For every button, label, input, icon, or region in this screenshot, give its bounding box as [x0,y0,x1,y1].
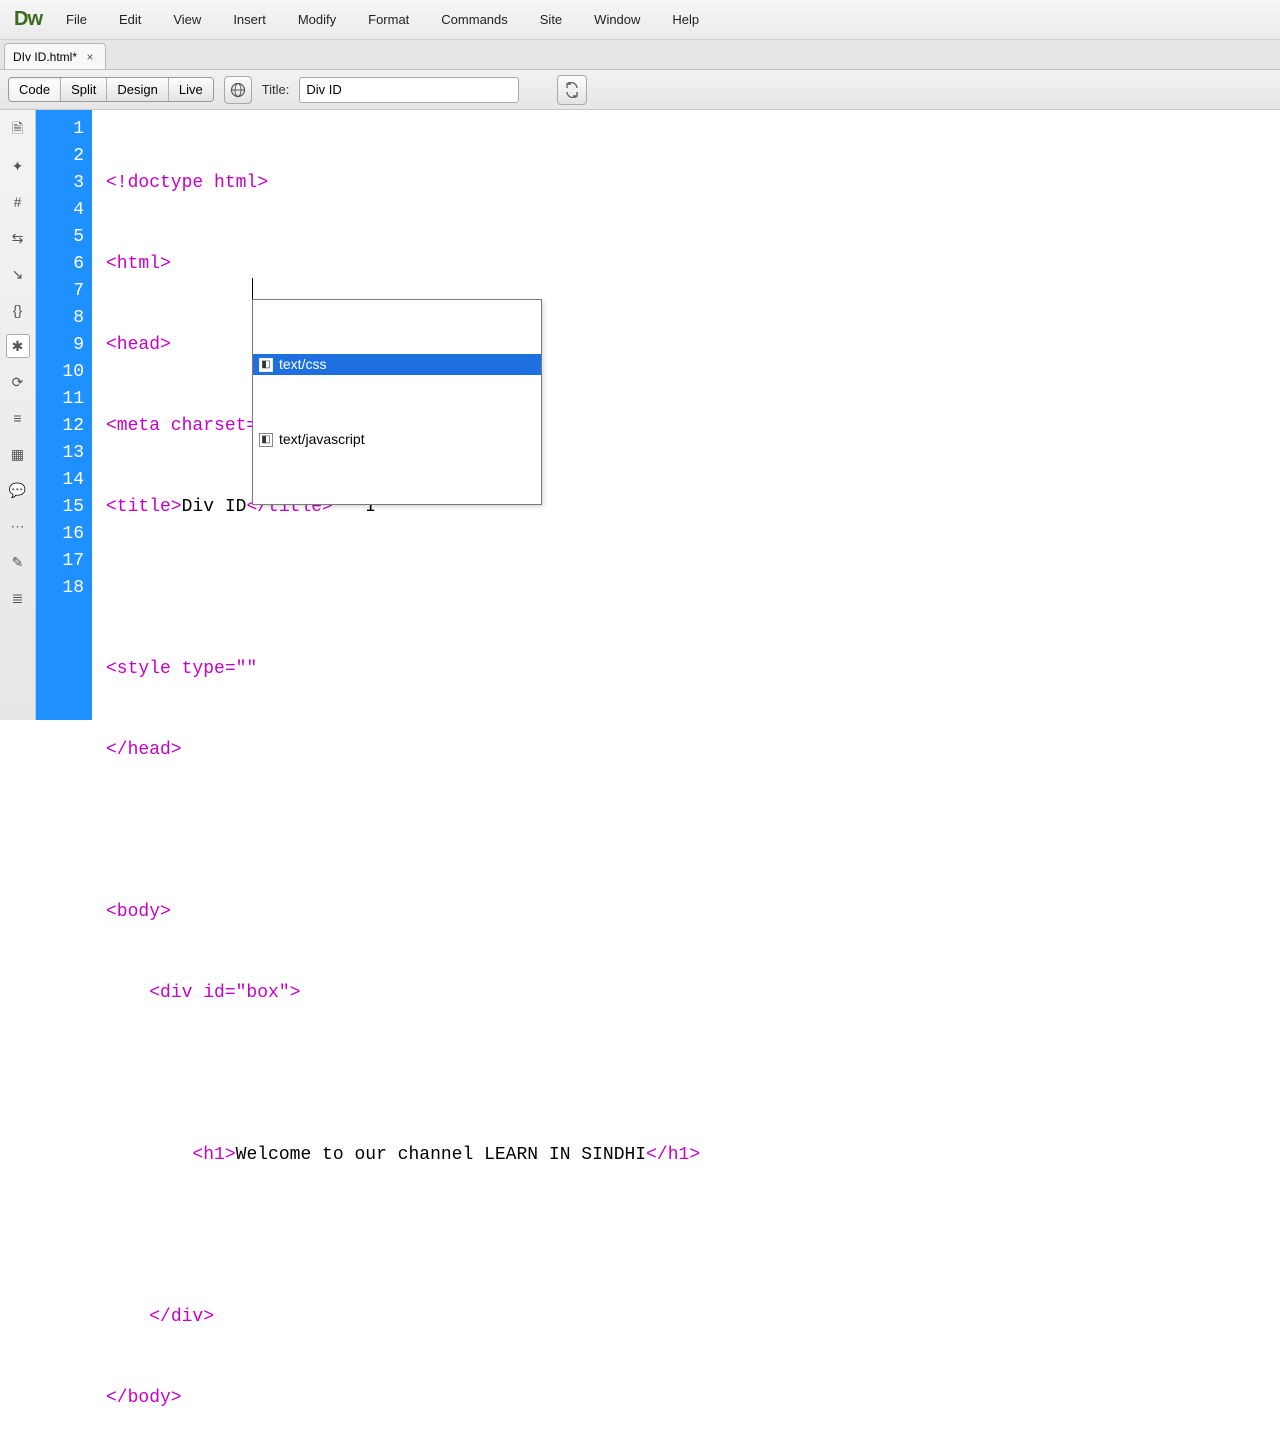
code-line: <body> [106,902,171,922]
page-icon[interactable]: 🗎 [6,118,30,142]
list-icon[interactable]: ≡ [6,406,30,430]
code-line: <head> [106,335,171,355]
menu-site[interactable]: Site [524,0,578,39]
gear-icon[interactable]: ✦ [6,154,30,178]
line-number: 1 [36,116,84,143]
line-number: 11 [36,386,84,413]
refresh-icon[interactable]: ⟳ [6,370,30,394]
split-view-button[interactable]: Split [61,78,107,101]
line-number: 7 [36,278,84,305]
code-line: </div> [149,1307,214,1327]
line-number: 2 [36,143,84,170]
menu-file[interactable]: File [50,0,103,39]
document-tabbar: DIv ID.html* × [0,40,1280,70]
close-icon[interactable]: × [83,50,97,64]
code-text: Div ID [182,497,247,517]
code-line: </head> [106,740,182,760]
sync-icon [564,82,580,98]
autocomplete-item[interactable]: ◧ text/css [253,354,541,375]
script-icon: ◧ [259,433,273,447]
code-line: <style type="" [106,659,257,679]
curly-icon[interactable]: {} [6,298,30,322]
code-text: Welcome to our channel LEARN IN SINDHI [236,1145,646,1165]
line-number: 9 [36,332,84,359]
view-mode-group: Code Split Design Live [8,77,214,102]
menu-window[interactable]: Window [578,0,656,39]
line-number: 8 [36,305,84,332]
line-number: 6 [36,251,84,278]
chat-icon[interactable]: 💬 [6,478,30,502]
preview-browser-button[interactable] [224,76,252,104]
live-view-button[interactable]: Live [169,78,213,101]
line-number-gutter: 1 2 3 4 5 6 7 8 9 10 11 12 13 14 15 16 1… [36,110,92,720]
ellipsis-icon[interactable]: ⋯ [6,514,30,538]
code-line: <h1> [192,1145,235,1165]
line-number: 13 [36,440,84,467]
code-editor[interactable]: <!doctype html> <html> <head> <meta char… [92,110,1280,720]
line-number: 10 [36,359,84,386]
code-line: <!doctype html> [106,173,268,193]
code-line: </body> [106,1388,182,1408]
code-toolbar-strip: 🗎 ✦ # ⇆ ↘ {} ✱ ⟳ ≡ ▦ 💬 ⋯ ✎ ≣ [0,110,36,720]
line-number: 4 [36,197,84,224]
menu-commands[interactable]: Commands [425,0,523,39]
title-input[interactable] [299,77,519,103]
text-caret [252,278,253,299]
menu-bar: Dw File Edit View Insert Modify Format C… [0,0,1280,40]
autocomplete-item-label: text/css [279,351,326,378]
design-view-button[interactable]: Design [107,78,168,101]
line-number: 14 [36,467,84,494]
window-icon[interactable]: ▦ [6,442,30,466]
code-line: <title> [106,497,182,517]
app-logo: Dw [6,8,50,31]
line-number: 12 [36,413,84,440]
script-icon: ◧ [259,358,273,372]
menu-edit[interactable]: Edit [103,0,157,39]
title-label: Title: [262,82,290,97]
menu-format[interactable]: Format [352,0,425,39]
menu-view[interactable]: View [157,0,217,39]
menu-help[interactable]: Help [656,0,715,39]
line-number: 5 [36,224,84,251]
document-tab[interactable]: DIv ID.html* × [4,43,106,69]
arrow-icon[interactable]: ↘ [6,262,30,286]
code-line: <div id="box"> [149,983,300,1003]
line-number: 3 [36,170,84,197]
star-icon[interactable]: ✱ [6,334,30,358]
braces-icon[interactable]: ⇆ [6,226,30,250]
code-line: <html> [106,254,171,274]
line-number: 15 [36,494,84,521]
stack-icon[interactable]: ≣ [6,586,30,610]
menu-modify[interactable]: Modify [282,0,352,39]
code-line: </h1> [646,1145,700,1165]
document-tab-label: DIv ID.html* [13,50,77,64]
hash-icon[interactable]: # [6,190,30,214]
menu-insert[interactable]: Insert [217,0,282,39]
globe-icon [230,82,246,98]
line-number: 16 [36,521,84,548]
autocomplete-item[interactable]: ◧ text/javascript [253,429,541,450]
main-area: 🗎 ✦ # ⇆ ↘ {} ✱ ⟳ ≡ ▦ 💬 ⋯ ✎ ≣ 1 2 3 4 5 6… [0,110,1280,720]
document-toolbar: Code Split Design Live Title: [0,70,1280,110]
line-number: 17 [36,548,84,575]
file-management-button[interactable] [557,75,587,105]
line-number: 18 [36,575,84,602]
autocomplete-item-label: text/javascript [279,426,365,453]
code-view-button[interactable]: Code [9,78,61,101]
pencil-icon[interactable]: ✎ [6,550,30,574]
autocomplete-popup: ◧ text/css ◧ text/javascript [252,299,542,505]
